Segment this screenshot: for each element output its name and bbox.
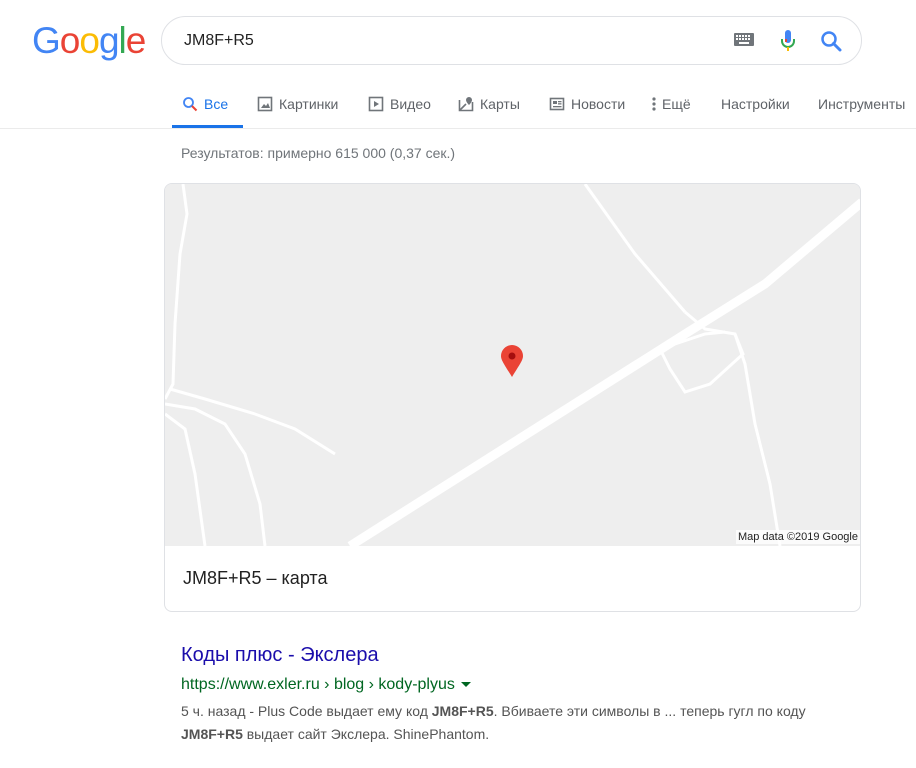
tab-tools[interactable]: Инструменты <box>818 86 905 128</box>
logo-letter-6: e <box>125 20 147 61</box>
snippet-highlight: JM8F+R5 <box>431 703 494 719</box>
news-icon <box>549 97 565 111</box>
tab-label: Новости <box>571 96 626 112</box>
map-view[interactable]: Map data ©2019 Google <box>165 184 860 546</box>
result-title-link[interactable]: Коды плюс - Экслера <box>181 644 379 667</box>
logo-letter-2: o <box>59 20 81 61</box>
map-icon <box>458 97 474 112</box>
tab-settings[interactable]: Настройки <box>721 86 790 128</box>
chevron-down-icon[interactable] <box>460 682 471 688</box>
map-roads <box>165 184 860 546</box>
tab-label: Картинки <box>279 96 339 112</box>
snippet-text: выдает сайт Экслера. ShinePhantom. <box>242 726 490 742</box>
search-box[interactable]: JM8F+R5 <box>161 16 862 65</box>
tab-more[interactable]: Ещё <box>650 86 691 128</box>
keyboard-icon[interactable] <box>734 33 754 46</box>
map-card-title[interactable]: JM8F+R5 – карта <box>183 568 327 589</box>
tab-maps[interactable]: Карты <box>458 86 520 128</box>
logo-letter-5: l <box>118 20 127 61</box>
result-url-text: https://www.exler.ru › blog › kody-plyus <box>181 676 455 693</box>
tab-label: Ещё <box>662 96 691 112</box>
logo-letter-1: G <box>32 20 61 61</box>
tab-all[interactable]: Все <box>172 86 243 128</box>
tab-label: Инструменты <box>818 96 906 112</box>
search-icon <box>183 97 198 112</box>
tabs-divider <box>0 128 916 129</box>
tab-news[interactable]: Новости <box>549 86 625 128</box>
map-attribution: Map data ©2019 Google <box>735 530 860 544</box>
result-snippet: 5 ч. назад - Plus Code выдает ему код JM… <box>181 700 861 746</box>
search-icon[interactable] <box>820 30 842 52</box>
map-card[interactable]: Map data ©2019 Google JM8F+R5 – карта <box>164 183 861 612</box>
snippet-text: . Вбиваете эти символы в ... теперь гугл… <box>493 703 806 719</box>
logo-letter-4: g <box>98 20 120 61</box>
more-icon <box>652 97 656 111</box>
microphone-icon[interactable] <box>780 29 796 53</box>
video-icon <box>368 96 384 112</box>
google-logo[interactable]: Google <box>32 20 147 61</box>
search-input[interactable]: JM8F+R5 <box>184 32 254 50</box>
result-url: https://www.exler.ru › blog › kody-plyus <box>181 676 471 694</box>
snippet-highlight: JM8F+R5 <box>181 726 243 742</box>
tab-video[interactable]: Видео <box>368 86 431 128</box>
tab-label: Карты <box>480 96 520 112</box>
tab-label: Видео <box>390 96 431 112</box>
logo-letter-3: o <box>79 20 100 61</box>
tab-images[interactable]: Картинки <box>257 86 338 128</box>
tab-label: Настройки <box>721 96 790 112</box>
image-icon <box>257 96 273 112</box>
tab-label: Все <box>204 96 229 112</box>
snippet-text: 5 ч. назад - Plus Code выдает ему код <box>181 703 432 719</box>
result-stats: Результатов: примерно 615 000 (0,37 сек.… <box>181 145 456 161</box>
